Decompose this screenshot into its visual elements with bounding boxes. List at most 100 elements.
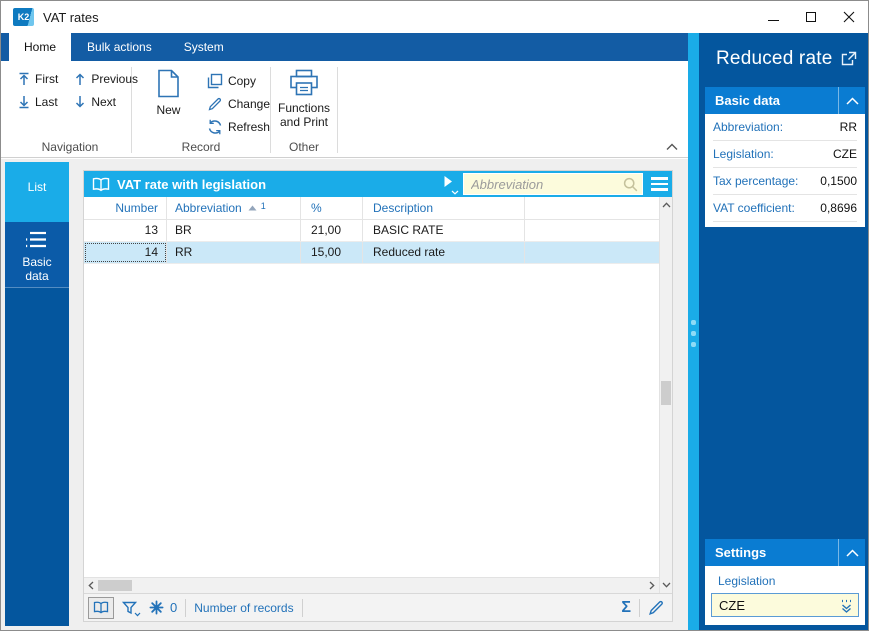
table-row-selected[interactable]: 14 RR 15,00 Reduced rate [84, 242, 659, 264]
field-label: Tax percentage: [713, 174, 799, 188]
horizontal-scrollbar [84, 577, 659, 593]
ribbon-group-other: Functions and Print Other [271, 61, 337, 157]
field-value: 0,1500 [820, 174, 857, 188]
ribbon-group-record: New Copy Change Refresh Record [132, 61, 270, 157]
last-button[interactable]: Last [18, 95, 58, 109]
last-label: Last [35, 95, 58, 109]
ribbon: First Previous Last Next Navigation New … [1, 61, 688, 158]
search-icon [623, 177, 638, 195]
copy-button[interactable]: Copy [207, 73, 270, 89]
column-header-number[interactable]: Number [84, 197, 167, 219]
tab-system[interactable]: System [168, 33, 240, 61]
vertical-scrollbar-thumb[interactable] [661, 381, 671, 405]
open-book-icon [92, 177, 110, 192]
basic-data-title: Basic data [715, 93, 781, 108]
new-button[interactable]: New [146, 69, 191, 135]
sidebar-item-basic-data[interactable]: Basic data [5, 222, 69, 288]
frozen-rows-button[interactable] [149, 600, 164, 615]
refresh-label: Refresh [227, 120, 270, 134]
ribbon-separator [337, 67, 338, 153]
basic-data-body: Abbreviation: RR Legislation: CZE Tax pe… [705, 114, 865, 227]
column-header-percent[interactable]: % [301, 197, 363, 219]
cell-abbreviation: BR [167, 220, 301, 241]
basic-data-header[interactable]: Basic data [705, 87, 865, 114]
close-icon [843, 11, 855, 23]
sidebar-item-list-label: List [27, 180, 47, 194]
panel-title-row: Reduced rate [699, 33, 868, 80]
cell-abbreviation: RR [167, 242, 301, 263]
records-label: Number of records [194, 600, 294, 615]
vat-rates-grid: VAT rate with legislation Number Abbrevi… [84, 171, 672, 621]
legislation-value: CZE [719, 597, 745, 613]
field-label: Legislation: [713, 147, 774, 161]
scroll-right-button[interactable] [645, 578, 659, 593]
window-title: VAT rates [43, 9, 99, 25]
detail-panel: Reduced rate Basic data Abbreviation: RR… [699, 33, 868, 630]
snowflake-icon [149, 600, 164, 615]
next-label: Next [91, 95, 117, 109]
functions-and-print-button[interactable]: Functions and Print [271, 69, 337, 129]
previous-label: Previous [91, 72, 139, 86]
grid-statusbar: 0 Number of records Σ [84, 593, 672, 621]
edit-button[interactable] [648, 599, 665, 616]
chevron-down-icon [451, 190, 459, 195]
grid-menu-button[interactable] [646, 171, 672, 197]
collapse-section-button[interactable] [838, 87, 865, 114]
table-row[interactable]: 13 BR 21,00 BASIC RATE [84, 220, 659, 242]
scroll-up-button[interactable] [660, 197, 672, 213]
first-button[interactable]: First [18, 72, 58, 86]
column-header-abbreviation[interactable]: Abbreviation 1 [167, 197, 301, 219]
settings-header[interactable]: Settings [705, 539, 865, 566]
previous-button[interactable]: Previous [74, 72, 138, 86]
collapse-section-button[interactable] [838, 539, 865, 566]
filter-button[interactable] [122, 601, 141, 616]
search-input[interactable] [463, 173, 643, 195]
frozen-count: 0 [170, 600, 178, 615]
statusbar-separator [639, 598, 640, 617]
minimize-button[interactable] [754, 1, 792, 33]
tab-bulk-actions[interactable]: Bulk actions [71, 33, 168, 61]
chevron-right-icon [649, 581, 655, 590]
minimize-icon [767, 19, 779, 21]
sum-button[interactable]: Σ [621, 599, 631, 617]
settings-body: Legislation CZE [705, 566, 865, 625]
next-button[interactable]: Next [74, 95, 138, 109]
abbreviation-header-label: Abbreviation [175, 201, 242, 215]
book-view-button[interactable] [88, 596, 114, 619]
scroll-left-button[interactable] [84, 578, 98, 593]
chevron-up-icon [845, 96, 859, 105]
chevron-up-icon [666, 143, 678, 150]
maximize-button[interactable] [792, 1, 830, 33]
grid-table: Number Abbreviation 1 % Description 13 B… [84, 197, 659, 577]
change-button[interactable]: Change [207, 96, 270, 112]
statusbar-separator [185, 598, 187, 617]
group-label-record: Record [181, 140, 221, 154]
scroll-down-button[interactable] [660, 577, 672, 593]
close-button[interactable] [830, 1, 868, 33]
panel-splitter[interactable] [688, 33, 699, 630]
new-document-icon [157, 69, 180, 98]
pencil-icon [649, 600, 663, 616]
change-label: Change [227, 97, 270, 111]
field-value: RR [839, 120, 857, 134]
arrow-up-icon [74, 72, 86, 86]
column-header-description[interactable]: Description [363, 197, 525, 219]
field-row: VAT coefficient: 0,8696 [713, 195, 857, 222]
field-row: Abbreviation: RR [713, 114, 857, 141]
open-in-window-button[interactable] [840, 51, 857, 67]
splitter-grip-dot [691, 320, 696, 325]
collapse-ribbon-button[interactable] [666, 143, 678, 151]
refresh-button[interactable]: Refresh [207, 119, 270, 135]
horizontal-scrollbar-thumb[interactable] [98, 580, 132, 591]
sidebar-item-list[interactable]: List [5, 162, 69, 222]
run-filter-button[interactable] [435, 175, 461, 195]
legislation-dropdown[interactable]: CZE [711, 593, 859, 617]
tab-home[interactable]: Home [9, 33, 72, 61]
group-label-navigation: Navigation [41, 140, 99, 154]
app-window: K2 VAT rates Home Bulk actions System Fi… [0, 0, 869, 631]
arrow-down-icon [74, 95, 86, 109]
ribbon-tabbar: Home Bulk actions System [1, 33, 688, 61]
sort-order-number: 1 [260, 201, 266, 211]
pencil-icon [207, 96, 223, 112]
chevron-left-icon [88, 581, 94, 590]
